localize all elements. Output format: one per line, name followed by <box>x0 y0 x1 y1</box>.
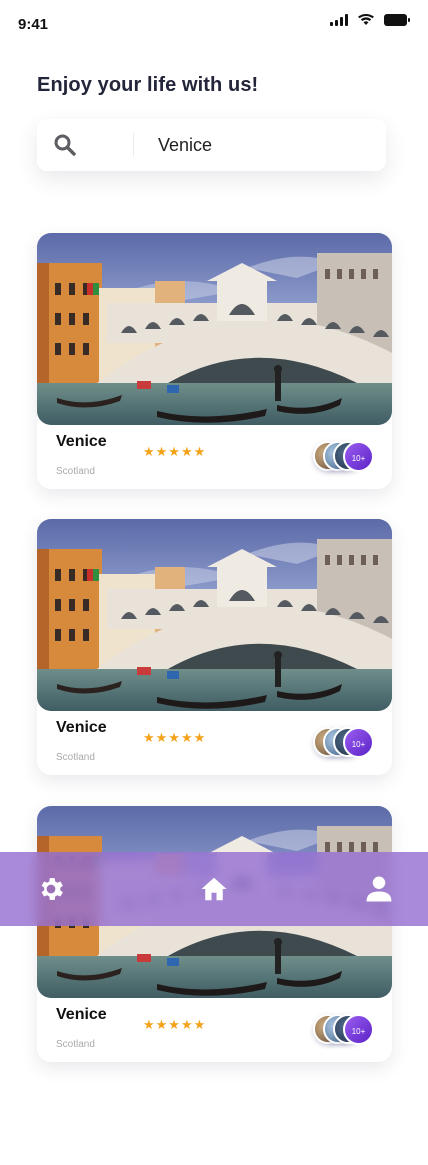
star-rating: ★★★★★ <box>143 444 207 459</box>
status-time: 9:41 <box>18 16 49 33</box>
user-icon[interactable] <box>364 874 394 904</box>
home-icon[interactable] <box>198 874 230 904</box>
avatar-group[interactable]: 10+ <box>313 1014 375 1046</box>
star-rating: ★★★★★ <box>143 1017 207 1032</box>
destination-card[interactable]: Venice Scotland ★★★★★ 10+ <box>37 806 392 1062</box>
page-title: Enjoy your life with us! <box>37 74 259 96</box>
card-title: Venice <box>56 433 107 450</box>
signal-icon <box>330 14 348 26</box>
destination-image[interactable] <box>37 233 392 425</box>
avatar-count-badge[interactable]: 10+ <box>343 727 374 758</box>
wifi-icon <box>358 14 374 25</box>
destination-image[interactable] <box>37 519 392 711</box>
avatar-count-badge[interactable]: 10+ <box>343 1014 374 1045</box>
avatar-group[interactable]: 10+ <box>313 441 375 473</box>
card-location: Scotland <box>56 1039 95 1050</box>
search-divider <box>133 133 134 157</box>
destination-card[interactable]: Venice Scotland ★★★★★ 10+ <box>37 233 392 489</box>
card-location: Scotland <box>56 752 95 763</box>
gear-icon[interactable] <box>36 874 66 904</box>
bottom-nav-bar <box>0 852 428 926</box>
search-input[interactable]: Venice <box>158 135 212 156</box>
search-icon[interactable] <box>53 133 77 157</box>
status-icons <box>330 14 410 26</box>
status-bar: 9:41 <box>0 0 428 48</box>
avatar-count-badge[interactable]: 10+ <box>343 441 374 472</box>
avatar-group[interactable]: 10+ <box>313 727 375 759</box>
card-title: Venice <box>56 1006 107 1023</box>
destination-card[interactable]: Venice Scotland ★★★★★ 10+ <box>37 519 392 775</box>
search-bar[interactable]: Venice <box>37 119 386 171</box>
card-location: Scotland <box>56 466 95 477</box>
card-title: Venice <box>56 719 107 736</box>
battery-icon <box>384 14 410 26</box>
star-rating: ★★★★★ <box>143 730 207 745</box>
